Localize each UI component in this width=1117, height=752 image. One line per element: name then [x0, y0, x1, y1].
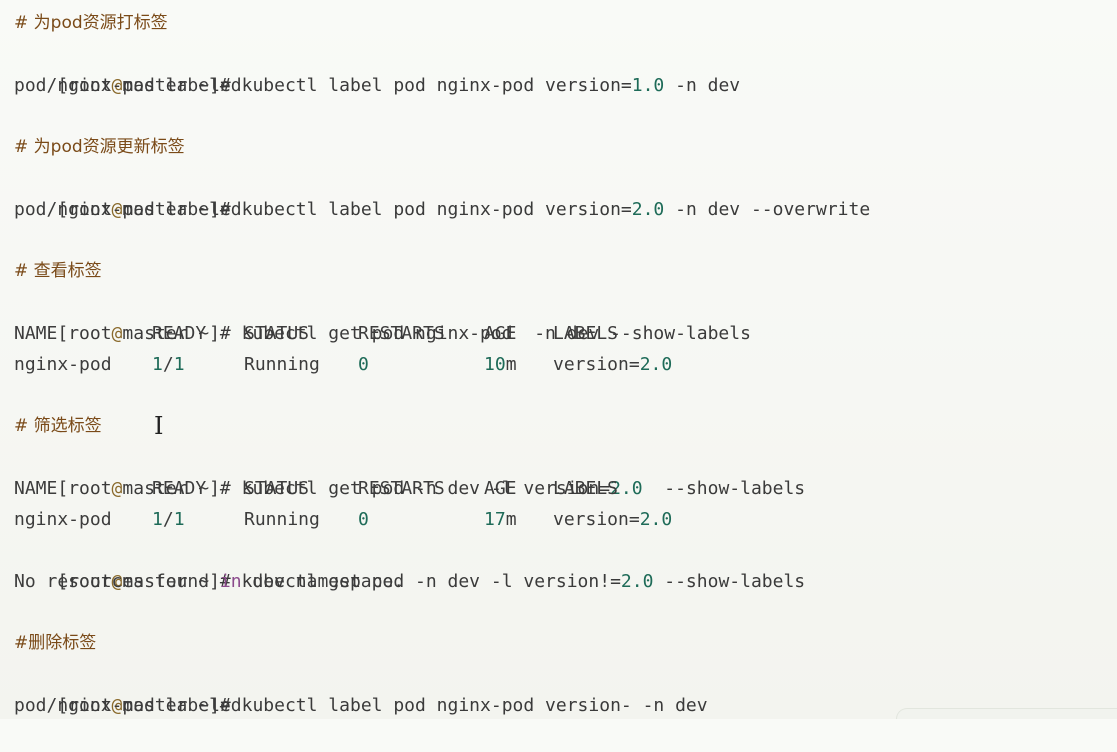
table-header-cell: NAME: [14, 478, 58, 499]
table-header-cell: AGE: [484, 478, 517, 499]
comment-line: # 筛选标签: [14, 416, 102, 436]
comment-line: #删除标签: [14, 633, 97, 653]
table-header-cell: RESTARTS: [358, 323, 445, 344]
table-cell: 17m: [484, 509, 517, 530]
text-cursor-icon: I: [154, 412, 164, 440]
table-cell: 0: [358, 354, 369, 375]
command-line[interactable]: [root@master ~]# kubectl label pod nginx…: [14, 163, 870, 220]
table-cell: 1/1: [152, 354, 185, 375]
comment-line: # 为pod资源更新标签: [14, 137, 185, 157]
command-text: kubectl label pod nginx-pod version=1.0 …: [241, 75, 741, 96]
command-text: kubectl label pod nginx-pod version=2.0 …: [241, 199, 871, 220]
table-cell: nginx-pod: [14, 509, 112, 530]
command-line[interactable]: [root@master ~]# kubectl get pod nginx-p…: [14, 287, 870, 344]
table-header-cell: READY: [152, 323, 207, 344]
table-header-cell: NAME: [14, 323, 58, 344]
table-cell: 0: [358, 509, 369, 530]
terminal-output: # 为pod资源打标签 [root@master ~]# kubectl lab…: [14, 8, 870, 721]
table-cell: 10m: [484, 354, 517, 375]
command-text: kubectl label pod nginx-pod version- -n …: [241, 695, 708, 716]
table-header-cell: STATUS: [244, 478, 310, 499]
table-cell: Running: [244, 509, 320, 530]
table-cell: 1/1: [152, 509, 185, 530]
table-row: nginx-pod 1/1 Running 0 17m version=2.0: [14, 504, 870, 535]
table-header-cell: RESTARTS: [358, 478, 445, 499]
table-header-cell: READY: [152, 478, 207, 499]
comment-line: # 查看标签: [14, 261, 102, 281]
command-line[interactable]: [root@master ~]# kubectl get pod -n dev …: [14, 442, 870, 499]
table-header-cell: AGE: [484, 323, 517, 344]
table-cell: nginx-pod: [14, 354, 112, 375]
table-header-cell: STATUS: [244, 323, 310, 344]
table-cell: Running: [244, 354, 320, 375]
table-header-cell: LABELS: [553, 323, 619, 344]
table-cell: version=2.0: [553, 509, 673, 530]
table-row: nginx-pod 1/1 Running 0 10m version=2.0: [14, 349, 870, 380]
comment-line: # 为pod资源打标签: [14, 13, 168, 33]
command-line[interactable]: [root@master ~]# kubectl label pod nginx…: [14, 659, 870, 716]
corner-decoration: [896, 708, 1117, 719]
command-line[interactable]: [root@master ~]# kubectl label pod nginx…: [14, 39, 870, 96]
table-cell: version=2.0: [553, 354, 673, 375]
command-line[interactable]: [root@master ~]# kubectl get pod -n dev …: [14, 535, 870, 592]
table-header-cell: LABELS: [553, 478, 619, 499]
